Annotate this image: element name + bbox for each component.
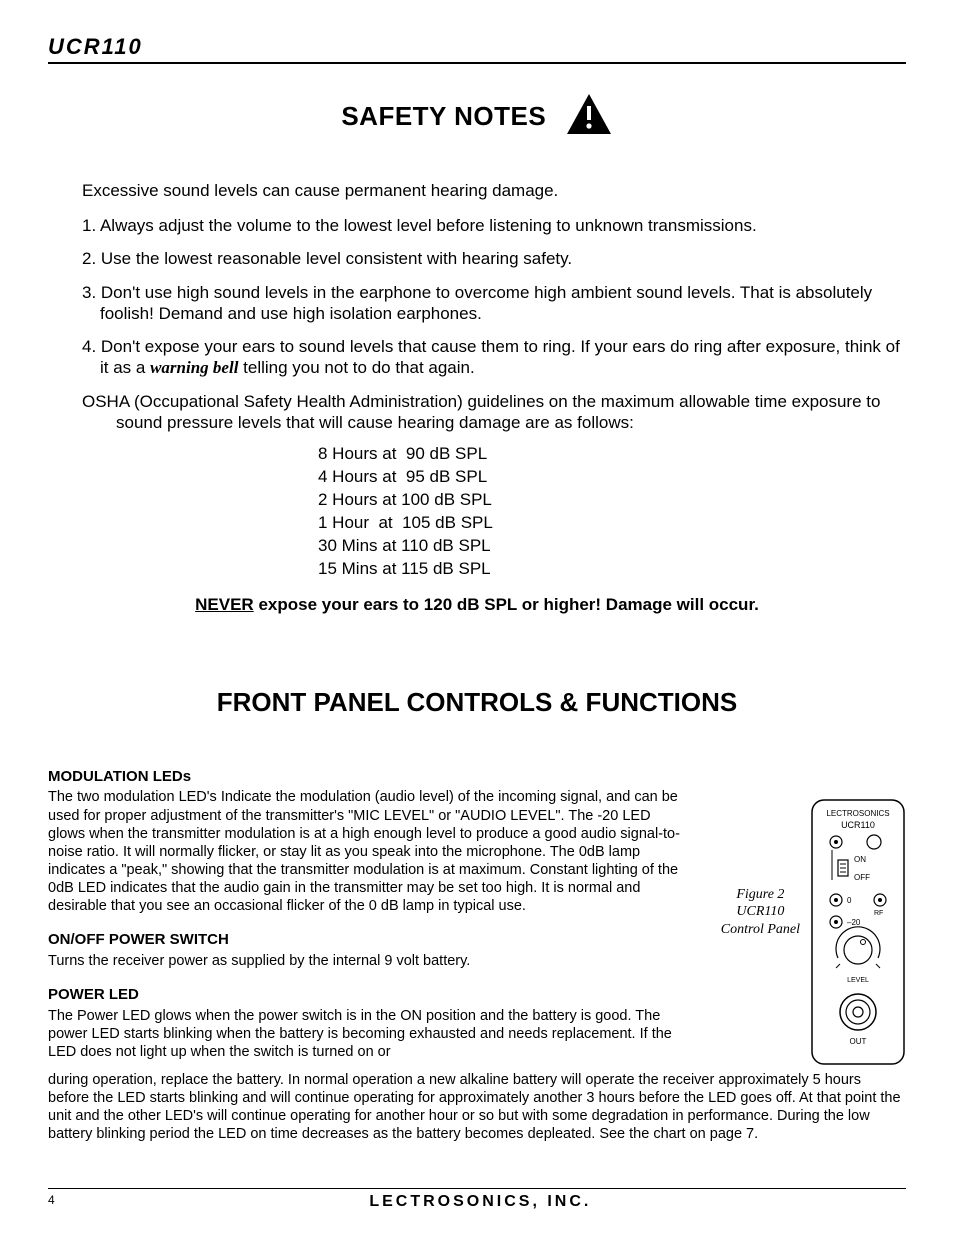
- safety-item-4: 4. Don't expose your ears to sound level…: [82, 336, 906, 379]
- figure-column: Figure 2 UCR110 Control Panel LECTROSONI…: [686, 768, 906, 1071]
- figure-caption-line1: Figure 2: [721, 886, 800, 904]
- power-switch-heading: ON/OFF POWER SWITCH: [48, 931, 686, 950]
- warning-bell-emphasis: warning bell: [150, 358, 238, 377]
- figure-caption-line2: UCR110: [721, 903, 800, 921]
- spl-row: 30 Mins at 110 dB SPL: [318, 535, 906, 558]
- modulation-heading: MODULATION LEDs: [48, 768, 686, 787]
- safety-item-3: 3. Don't use high sound levels in the ea…: [82, 282, 906, 325]
- spl-row: 8 Hours at 90 dB SPL: [318, 443, 906, 466]
- document-page: UCR110 SAFETY NOTES Excessive sound leve…: [0, 0, 954, 1235]
- spl-row: 2 Hours at 100 dB SPL: [318, 489, 906, 512]
- controls-text-column: MODULATION LEDs The two modulation LED's…: [48, 768, 686, 1062]
- spl-row: 1 Hour at 105 dB SPL: [318, 512, 906, 535]
- spl-row: 4 Hours at 95 dB SPL: [318, 466, 906, 489]
- page-number: 4: [48, 1193, 55, 1207]
- safety-item-2: 2. Use the lowest reasonable level consi…: [82, 248, 906, 269]
- control-panel-diagram: LECTROSONICS UCR110 ON OFF: [810, 798, 906, 1071]
- panel-0db: 0: [847, 896, 852, 905]
- panel-on: ON: [854, 855, 866, 864]
- safety-title: SAFETY NOTES: [341, 101, 546, 132]
- safety-list: 1. Always adjust the volume to the lowes…: [82, 215, 906, 379]
- osha-paragraph: OSHA (Occupational Safety Health Adminis…: [82, 391, 906, 434]
- spl-exposure-table: 8 Hours at 90 dB SPL 4 Hours at 95 dB SP…: [318, 443, 906, 581]
- footer-brand: LECTROSONICS, INC.: [48, 1193, 906, 1211]
- controls-title: FRONT PANEL CONTROLS & FUNCTIONS: [48, 687, 906, 718]
- safety-intro: Excessive sound levels can cause permane…: [82, 181, 906, 201]
- never-underlined: NEVER: [195, 595, 254, 614]
- safety-title-row: SAFETY NOTES: [48, 92, 906, 141]
- panel-neg20: –20: [847, 918, 861, 927]
- panel-rf: RF: [874, 910, 883, 917]
- spl-row: 15 Mins at 115 dB SPL: [318, 558, 906, 581]
- header-model: UCR110: [48, 34, 906, 64]
- panel-off: OFF: [854, 873, 870, 882]
- power-switch-body: Turns the receiver power as supplied by …: [48, 952, 686, 970]
- osha-text: OSHA (Occupational Safety Health Adminis…: [82, 391, 906, 434]
- warning-triangle-icon: [565, 92, 613, 141]
- safety-item-4-tail: telling you not to do that again.: [238, 358, 474, 377]
- figure-caption-line3: Control Panel: [721, 921, 800, 939]
- power-led-heading: POWER LED: [48, 986, 686, 1005]
- figure-caption: Figure 2 UCR110 Control Panel: [721, 886, 800, 939]
- safety-item-1: 1. Always adjust the volume to the lowes…: [82, 215, 906, 236]
- modulation-body: The two modulation LED's Indicate the mo…: [48, 788, 686, 915]
- panel-model: UCR110: [841, 820, 875, 830]
- panel-brand: LECTROSONICS: [826, 809, 889, 818]
- panel-out: OUT: [850, 1037, 867, 1046]
- never-warning: NEVER expose your ears to 120 dB SPL or …: [48, 595, 906, 615]
- panel-level: LEVEL: [847, 977, 869, 984]
- controls-body-row: MODULATION LEDs The two modulation LED's…: [48, 768, 906, 1071]
- power-led-body-short: The Power LED glows when the power switc…: [48, 1007, 686, 1061]
- power-led-body-wrap: during operation, replace the battery. I…: [48, 1071, 906, 1144]
- never-rest: expose your ears to 120 dB SPL or higher…: [254, 595, 759, 614]
- page-footer: 4 LECTROSONICS, INC.: [48, 1188, 906, 1211]
